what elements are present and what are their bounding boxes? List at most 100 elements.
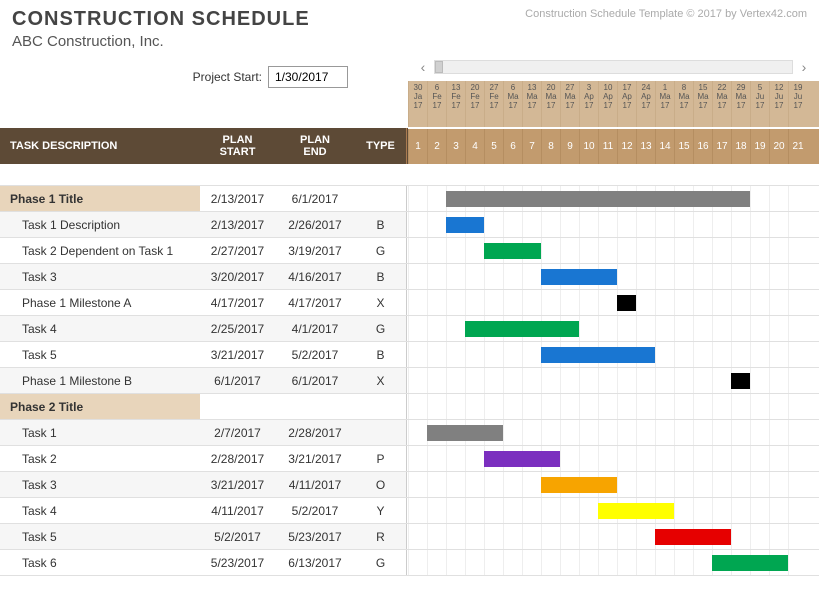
task-end[interactable]: 4/11/2017: [275, 472, 355, 497]
gantt-bar[interactable]: [427, 425, 503, 441]
task-desc[interactable]: Task 1 Description: [0, 212, 200, 237]
task-start[interactable]: 2/25/2017: [200, 316, 275, 341]
task-start[interactable]: 2/27/2017: [200, 238, 275, 263]
task-type[interactable]: X: [355, 290, 407, 315]
task-row[interactable]: Phase 1 Milestone B6/1/20176/1/2017X: [0, 368, 408, 394]
project-start-input[interactable]: [268, 66, 348, 88]
phase-row[interactable]: Phase 2 Title: [0, 394, 408, 420]
task-desc[interactable]: Task 4: [0, 498, 200, 523]
task-desc[interactable]: Task 1: [0, 420, 200, 445]
task-type[interactable]: B: [355, 264, 407, 289]
task-row[interactable]: Task 65/23/20176/13/2017G: [0, 550, 408, 576]
task-desc[interactable]: Task 2: [0, 446, 200, 471]
scroll-right-icon[interactable]: ›: [795, 58, 813, 76]
task-start[interactable]: 4/17/2017: [200, 290, 275, 315]
task-start[interactable]: 2/13/2017: [200, 212, 275, 237]
task-desc[interactable]: Task 6: [0, 550, 200, 575]
task-row[interactable]: Task 33/21/20174/11/2017O: [0, 472, 408, 498]
task-type[interactable]: R: [355, 524, 407, 549]
gantt-bar[interactable]: [446, 191, 750, 207]
scroll-track[interactable]: [434, 60, 793, 74]
gantt-row: [408, 238, 819, 264]
task-end[interactable]: 2/28/2017: [275, 420, 355, 445]
task-type[interactable]: B: [355, 212, 407, 237]
gantt-bar[interactable]: [541, 269, 617, 285]
task-end[interactable]: 4/1/2017: [275, 316, 355, 341]
gantt-bar[interactable]: [484, 243, 541, 259]
task-type[interactable]: [355, 394, 407, 419]
task-end[interactable]: 5/23/2017: [275, 524, 355, 549]
task-start[interactable]: 6/1/2017: [200, 368, 275, 393]
task-type[interactable]: [355, 186, 407, 211]
horizontal-scrollbar[interactable]: ‹ ›: [408, 54, 819, 80]
scroll-thumb[interactable]: [435, 61, 443, 73]
gantt-bar[interactable]: [541, 347, 655, 363]
task-row[interactable]: Phase 1 Milestone A4/17/20174/17/2017X: [0, 290, 408, 316]
phase-row[interactable]: Phase 1 Title2/13/20176/1/2017: [0, 186, 408, 212]
gantt-bar[interactable]: [484, 451, 560, 467]
task-start[interactable]: 2/7/2017: [200, 420, 275, 445]
task-type[interactable]: Y: [355, 498, 407, 523]
task-type[interactable]: P: [355, 446, 407, 471]
task-desc[interactable]: Phase 1 Title: [0, 186, 200, 211]
task-type[interactable]: G: [355, 238, 407, 263]
task-row[interactable]: Task 44/11/20175/2/2017Y: [0, 498, 408, 524]
gantt-cell: [693, 550, 712, 575]
task-row[interactable]: Task 12/7/20172/28/2017: [0, 420, 408, 446]
task-row[interactable]: Task 22/28/20173/21/2017P: [0, 446, 408, 472]
gantt-bar[interactable]: [465, 321, 579, 337]
task-desc[interactable]: Phase 1 Milestone A: [0, 290, 200, 315]
task-type[interactable]: G: [355, 316, 407, 341]
task-row[interactable]: Task 42/25/20174/1/2017G: [0, 316, 408, 342]
task-desc[interactable]: Task 3: [0, 264, 200, 289]
task-desc[interactable]: Task 3: [0, 472, 200, 497]
task-desc[interactable]: Phase 2 Title: [0, 394, 200, 419]
task-row[interactable]: Task 55/2/20175/23/2017R: [0, 524, 408, 550]
gantt-bar[interactable]: [655, 529, 731, 545]
week-column: 16: [693, 129, 712, 164]
gantt-bar[interactable]: [712, 555, 788, 571]
gantt-bar[interactable]: [541, 477, 617, 493]
task-start[interactable]: 4/11/2017: [200, 498, 275, 523]
task-type[interactable]: B: [355, 342, 407, 367]
task-type[interactable]: [355, 420, 407, 445]
task-start[interactable]: [200, 394, 275, 419]
task-type[interactable]: X: [355, 368, 407, 393]
task-desc[interactable]: Task 5: [0, 342, 200, 367]
task-start[interactable]: 5/2/2017: [200, 524, 275, 549]
task-desc[interactable]: Task 2 Dependent on Task 1: [0, 238, 200, 263]
task-end[interactable]: 4/17/2017: [275, 290, 355, 315]
task-end[interactable]: 3/19/2017: [275, 238, 355, 263]
task-row[interactable]: Task 33/20/20174/16/2017B: [0, 264, 408, 290]
gantt-bar[interactable]: [598, 503, 674, 519]
task-start[interactable]: 3/21/2017: [200, 342, 275, 367]
task-end[interactable]: 6/1/2017: [275, 186, 355, 211]
task-desc[interactable]: Task 4: [0, 316, 200, 341]
task-start[interactable]: 3/20/2017: [200, 264, 275, 289]
task-end[interactable]: [275, 394, 355, 419]
task-desc[interactable]: Task 5: [0, 524, 200, 549]
task-end[interactable]: 5/2/2017: [275, 342, 355, 367]
task-end[interactable]: 6/1/2017: [275, 368, 355, 393]
gantt-bar[interactable]: [617, 295, 636, 311]
task-start[interactable]: 2/28/2017: [200, 446, 275, 471]
task-end[interactable]: 2/26/2017: [275, 212, 355, 237]
task-row[interactable]: Task 2 Dependent on Task 12/27/20173/19/…: [0, 238, 408, 264]
date-column: 10Ap17: [598, 81, 617, 127]
gantt-bar[interactable]: [446, 217, 484, 233]
task-end[interactable]: 5/2/2017: [275, 498, 355, 523]
task-start[interactable]: 5/23/2017: [200, 550, 275, 575]
gantt-bar[interactable]: [731, 373, 750, 389]
task-end[interactable]: 4/16/2017: [275, 264, 355, 289]
task-start[interactable]: 2/13/2017: [200, 186, 275, 211]
task-type[interactable]: O: [355, 472, 407, 497]
gantt-cell: [408, 316, 427, 341]
task-row[interactable]: Task 53/21/20175/2/2017B: [0, 342, 408, 368]
task-end[interactable]: 3/21/2017: [275, 446, 355, 471]
task-type[interactable]: G: [355, 550, 407, 575]
task-desc[interactable]: Phase 1 Milestone B: [0, 368, 200, 393]
task-row[interactable]: Task 1 Description2/13/20172/26/2017B: [0, 212, 408, 238]
task-end[interactable]: 6/13/2017: [275, 550, 355, 575]
scroll-left-icon[interactable]: ‹: [414, 58, 432, 76]
task-start[interactable]: 3/21/2017: [200, 472, 275, 497]
